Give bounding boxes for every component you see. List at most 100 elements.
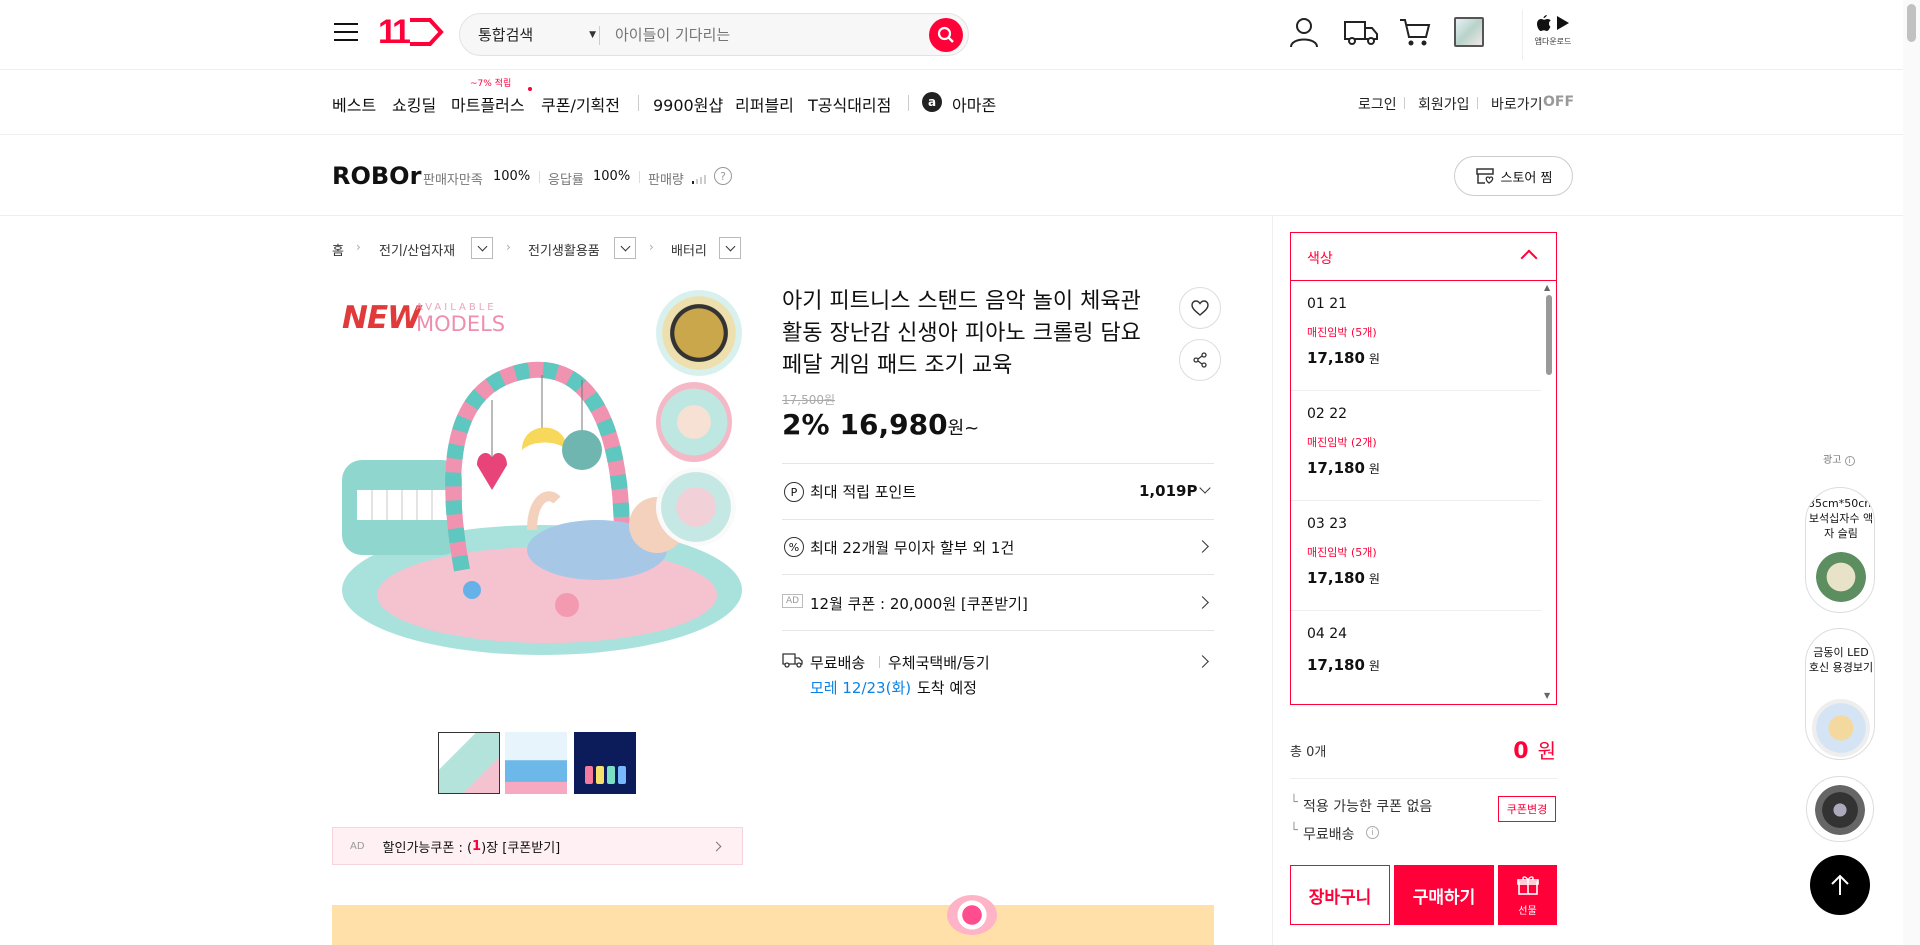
nav-t-official[interactable]: T공식대리점 <box>808 92 891 116</box>
page-scroll-thumb[interactable] <box>1907 4 1916 42</box>
buy-now-button[interactable]: 구매하기 <box>1394 865 1494 925</box>
page-scrollbar[interactable] <box>1903 0 1920 945</box>
my-page-button[interactable] <box>1286 14 1322 50</box>
nav-separator <box>1404 97 1405 109</box>
nav-best[interactable]: 베스트 <box>332 92 376 116</box>
option-header[interactable]: 색상 <box>1291 233 1556 281</box>
option-item[interactable]: 04 24 17,180 원 <box>1291 611 1541 703</box>
search-button[interactable] <box>929 18 963 52</box>
points-label: 최대 적립 포인트 <box>810 483 917 501</box>
image-new-badge: NEW <box>342 300 421 336</box>
help-icon[interactable]: ? <box>714 167 732 185</box>
store-favorite-button[interactable]: 스토어 찜 <box>1454 156 1573 196</box>
scroll-to-top-button[interactable] <box>1810 855 1870 915</box>
scroll-thumb[interactable] <box>1546 295 1552 375</box>
app-download-label: 앱다운로드 <box>1534 37 1572 46</box>
delivery-button[interactable] <box>1342 14 1380 50</box>
breadcrumb-item[interactable]: 전기생활용품 <box>528 240 600 259</box>
nav-mart-plus[interactable]: 마트플러스 <box>451 92 525 116</box>
share-button[interactable] <box>1179 339 1221 381</box>
nav-refurbly[interactable]: 리퍼블리 <box>735 92 794 116</box>
points-row[interactable]: P 최대 적립 포인트 1,019P <box>782 463 1214 519</box>
coupon-row[interactable]: AD 12월 쿠폰 : 20,000원 [쿠폰받기] <box>782 574 1214 630</box>
breadcrumb-dropdown[interactable] <box>614 237 636 259</box>
satisfaction-value: 100% <box>493 169 531 184</box>
option-scrollbar[interactable]: ▲ ▼ <box>1544 283 1554 703</box>
nav-amazon[interactable]: 아마존 <box>952 92 996 116</box>
nav-shocking-deal[interactable]: 쇼킹딜 <box>392 92 436 116</box>
scroll-up-icon[interactable]: ▲ <box>1544 283 1550 292</box>
cart-header-button[interactable] <box>1397 14 1433 50</box>
price-value: 16,980 <box>839 408 948 441</box>
arrival-suffix: 도착 예정 <box>917 679 977 697</box>
discount-coupon-banner[interactable]: AD 할인가능쿠폰 : ( 1 )장 [쿠폰받기] <box>332 827 743 865</box>
product-thumbnail-1[interactable] <box>438 732 500 794</box>
search-input[interactable] <box>615 23 915 47</box>
menu-icon[interactable] <box>332 20 360 44</box>
satisfaction-label: 판매자만족 <box>423 173 483 188</box>
breadcrumb-item[interactable]: 배터리 <box>671 240 707 259</box>
rail-ad-card-2[interactable]: 금동이 LED 호신 용경보기 <box>1805 628 1875 760</box>
truck-icon <box>782 653 803 668</box>
option-price-value: 17,180 <box>1307 656 1365 674</box>
new-dot <box>528 87 532 91</box>
tree-corner-icon: └ <box>1290 823 1298 838</box>
coupon-change-button[interactable]: 쿠폰변경 <box>1498 796 1556 822</box>
breadcrumb-arrow: › <box>506 240 511 254</box>
recent-product-card[interactable] <box>1806 776 1874 842</box>
image-models-text: MODELS <box>416 312 506 336</box>
discount-coupon-suffix: )장 [쿠폰받기] <box>481 840 561 856</box>
installment-row[interactable]: % 최대 22개월 무이자 할부 외 1건 <box>782 519 1214 574</box>
breadcrumb-dropdown[interactable] <box>471 237 493 259</box>
scroll-down-icon[interactable]: ▼ <box>1544 691 1550 700</box>
summary-divider <box>1290 778 1557 779</box>
nav-separator <box>908 95 909 111</box>
free-shipping-label: 무료배송 <box>1303 827 1355 843</box>
add-to-cart-button[interactable]: 장바구니 <box>1290 865 1390 925</box>
total-count: 총 0개 <box>1290 745 1327 760</box>
shipping-row[interactable]: 무료배송 우체국택배/등기 모레 12/23(화) 도착 예정 <box>782 630 1214 710</box>
product-thumbnail-3[interactable] <box>574 732 636 794</box>
nav-separator <box>638 95 639 111</box>
option-price: 17,180 원 <box>1307 656 1380 674</box>
login-link[interactable]: 로그인 <box>1358 94 1397 114</box>
discount-rate: 2% <box>782 408 830 441</box>
logo-text: 11 <box>378 12 411 51</box>
breadcrumb-home[interactable]: 홈 <box>332 240 344 259</box>
price-unit: 원~ <box>947 418 980 439</box>
gift-button[interactable]: 선물 <box>1498 865 1557 925</box>
site-logo[interactable]: 11 <box>378 12 444 51</box>
arrival-date: 모레 12/23(화) <box>810 679 912 697</box>
option-item[interactable]: 03 23 매진임박 (5개) 17,180 원 <box>1291 501 1541 611</box>
info-icon[interactable]: i <box>1366 826 1379 839</box>
nav-coupon[interactable]: 쿠폰/기획전 <box>541 92 620 116</box>
signup-link[interactable]: 회원가입 <box>1418 94 1470 114</box>
product-thumb-vertical-3[interactable] <box>656 468 736 546</box>
option-price-value: 17,180 <box>1307 459 1365 477</box>
search-icon <box>937 26 954 43</box>
product-thumbnail-2[interactable] <box>505 732 567 794</box>
option-item[interactable]: 02 22 매진임박 (2개) 17,180 원 <box>1291 391 1541 501</box>
option-stock: 매진임박 (5개) <box>1307 326 1377 339</box>
search-box: 통합검색 ▼ <box>459 13 969 56</box>
app-download-button[interactable]: 앱다운로드 <box>1530 14 1576 54</box>
nav-9900-shop[interactable]: 9900원샵 <box>653 92 723 116</box>
option-stock: 매진임박 (5개) <box>1307 546 1377 559</box>
rail-ad-card-1[interactable]: 35cm*50cm 보석십자수 액자 슬림 <box>1805 487 1875 613</box>
promo-banner[interactable] <box>332 895 1214 945</box>
breadcrumb-item[interactable]: 전기/산업자재 <box>379 240 455 259</box>
shortcut-state[interactable]: OFF <box>1543 94 1574 110</box>
breadcrumb-dropdown[interactable] <box>719 237 741 259</box>
search-category-select[interactable]: 통합검색 ▼ <box>478 24 596 45</box>
product-thumb-vertical-2[interactable] <box>656 382 732 462</box>
option-item[interactable]: 01 21 매진임박 (5개) 17,180 원 <box>1291 281 1541 391</box>
seller-name[interactable]: ROBOr <box>332 162 421 190</box>
search-category-label: 통합검색 <box>478 26 534 44</box>
discount-coupon-prefix: 할인가능쿠폰 : ( <box>382 840 473 856</box>
wishlist-button[interactable] <box>1179 287 1221 329</box>
product-thumb-vertical-1[interactable] <box>656 290 742 376</box>
shortcut-link[interactable]: 바로가기 <box>1491 94 1543 114</box>
total-price-value: 0 <box>1513 739 1529 764</box>
option-price-unit: 원 <box>1368 462 1380 476</box>
recent-viewed-thumbnail[interactable] <box>1454 17 1484 47</box>
